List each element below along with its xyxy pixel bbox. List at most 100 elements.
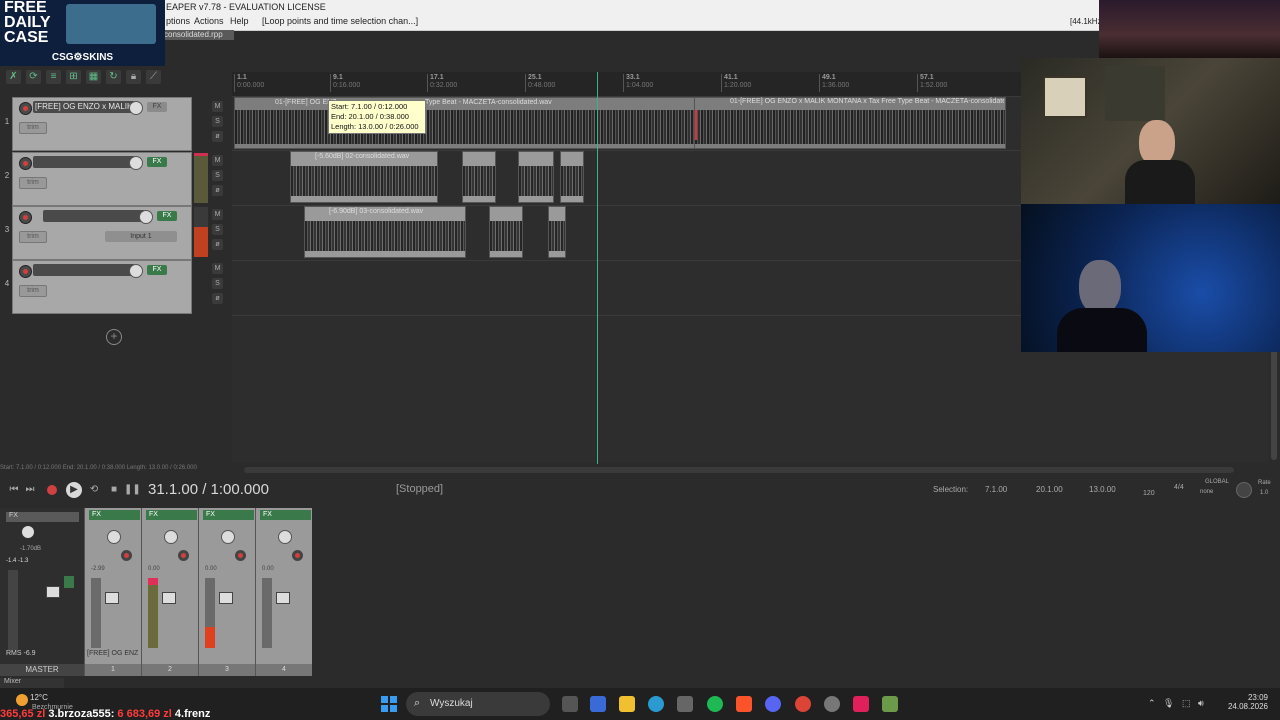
grid-icon[interactable]: ▦ [86,70,101,84]
file-explorer-icon[interactable] [619,696,635,712]
volume-fader[interactable] [276,592,290,604]
media-item[interactable]: 01-[FREE] OG ENZ Type Beat - MACZETA-con… [234,97,696,149]
discord-icon[interactable] [765,696,781,712]
menu-help[interactable]: Help [230,16,249,26]
master-pan-knob[interactable] [22,526,34,538]
loop-icon[interactable]: ⟳ [26,70,41,84]
fx-button[interactable]: FX [89,510,140,520]
mute-button[interactable]: M [212,101,223,112]
record-arm-button[interactable] [19,211,32,224]
reaper-icon[interactable] [882,696,898,712]
time-signature[interactable]: 4/4 [1174,484,1184,491]
play-button[interactable]: ▶ [66,482,82,498]
track-name[interactable] [33,264,135,276]
solo-button[interactable]: S [212,116,223,127]
media-item[interactable] [548,206,566,258]
pan-knob[interactable] [278,530,292,544]
auto-crossfade-icon[interactable]: ✗ [6,70,21,84]
edit-cursor[interactable] [597,72,598,464]
menu-undo-history[interactable]: [Loop points and time selection chan...] [262,16,418,26]
fx-button[interactable]: FX [157,211,177,221]
system-tray[interactable]: ⌃ 🎙︎ ⬚ 🔊︎ [1148,698,1204,709]
record-arm-button[interactable] [19,265,32,278]
fx-button[interactable]: FX [147,157,167,167]
fx-button[interactable]: FX [147,265,167,275]
add-track-icon[interactable]: + [106,329,122,345]
pan-knob[interactable] [221,530,235,544]
tool-icon[interactable]: ⟋ [146,70,161,84]
chrome-icon[interactable] [795,696,811,712]
envelope-icon[interactable]: ↻ [106,70,121,84]
spotify-icon[interactable] [707,696,723,712]
bpm-display[interactable]: 120 [1143,490,1155,497]
tiktok-icon[interactable] [853,696,869,712]
pause-button[interactable]: ❚❚ [124,482,141,498]
record-button[interactable] [44,482,60,498]
media-item[interactable] [518,151,554,203]
record-arm-button[interactable] [178,550,189,561]
selection-end[interactable]: 20.1.00 [1036,485,1063,494]
phase-button[interactable]: ø [212,293,223,304]
mixer-strip[interactable]: FX -2.99 [FREE] OG ENZ 1 [84,508,141,676]
global-mode[interactable]: none [1200,489,1213,495]
fx-button[interactable]: FX [260,510,311,520]
media-item[interactable]: [-6.90dB] 03-consolidated.wav [304,206,466,258]
volume-knob[interactable] [139,210,153,224]
solo-button[interactable]: S [212,170,223,181]
master-fader[interactable] [46,586,60,598]
record-arm-button[interactable] [121,550,132,561]
track-name[interactable] [43,210,145,222]
windows-start-icon[interactable] [381,696,397,712]
fx-button[interactable]: FX [146,510,197,520]
taskbar-search[interactable]: ⌕ Wyszukaj [406,692,550,716]
record-arm-button[interactable] [292,550,303,561]
media-item[interactable] [560,151,584,203]
mixer-strip[interactable]: FX 0.00 2 [141,508,198,676]
volume-fader[interactable] [219,592,233,604]
project-tab[interactable]: consolidated.rpp [160,30,234,40]
volume-fader[interactable] [162,592,176,604]
phase-button[interactable]: ø [212,185,223,196]
master-fx-button[interactable]: FX [6,512,79,522]
mute-button[interactable]: M [212,263,223,274]
brave-icon[interactable] [736,696,752,712]
media-item[interactable] [462,151,496,203]
mute-button[interactable]: M [212,155,223,166]
weather-temperature[interactable]: 12°C [30,693,48,702]
track-4-header[interactable]: FX trim [12,260,192,314]
horizontal-scrollbar[interactable] [244,467,1234,473]
ripple-icon[interactable]: ≡ [46,70,61,84]
phase-button[interactable]: ø [212,239,223,250]
store-icon[interactable] [590,696,606,712]
automation-trim-button[interactable]: trim [19,231,47,243]
track-1-header[interactable]: [FREE] OG ENZO x MALIK FX trim [12,97,192,151]
rate-value[interactable]: 1.0 [1260,490,1268,496]
automation-trim-button[interactable]: trim [19,122,47,134]
repeat-icon[interactable]: ⟲ [86,482,102,498]
automation-trim-button[interactable]: trim [19,285,47,297]
media-item[interactable]: [-5.60dB] 02-consolidated.wav [290,151,438,203]
media-item[interactable] [489,206,523,258]
fx-button[interactable]: FX [203,510,254,520]
input-select[interactable]: Input 1 [105,231,177,242]
edge-icon[interactable] [648,696,664,712]
volume-knob[interactable] [129,264,143,278]
taskbar-clock[interactable]: 23:09 24.08.2026 [1224,693,1268,711]
master-route-icon[interactable] [64,576,74,588]
weather-icon[interactable] [16,694,28,706]
go-end-icon[interactable]: ⏭ [22,482,38,498]
grid-snap-icon[interactable]: ⊞ [66,70,81,84]
rate-knob[interactable] [1236,482,1252,498]
track-2-header[interactable]: FX trim [12,152,192,206]
automation-trim-button[interactable]: trim [19,177,47,189]
mixer-strip[interactable]: FX 0.00 3 [198,508,255,676]
steam-icon[interactable] [824,696,840,712]
pan-knob[interactable] [107,530,121,544]
volume-knob[interactable] [129,156,143,170]
record-arm-button[interactable] [19,157,32,170]
track-3-header[interactable]: FX trim Input 1 [12,206,192,260]
record-arm-button[interactable] [235,550,246,561]
selection-start[interactable]: 7.1.00 [985,485,1007,494]
track-name[interactable] [33,156,135,168]
task-view-icon[interactable] [562,696,578,712]
